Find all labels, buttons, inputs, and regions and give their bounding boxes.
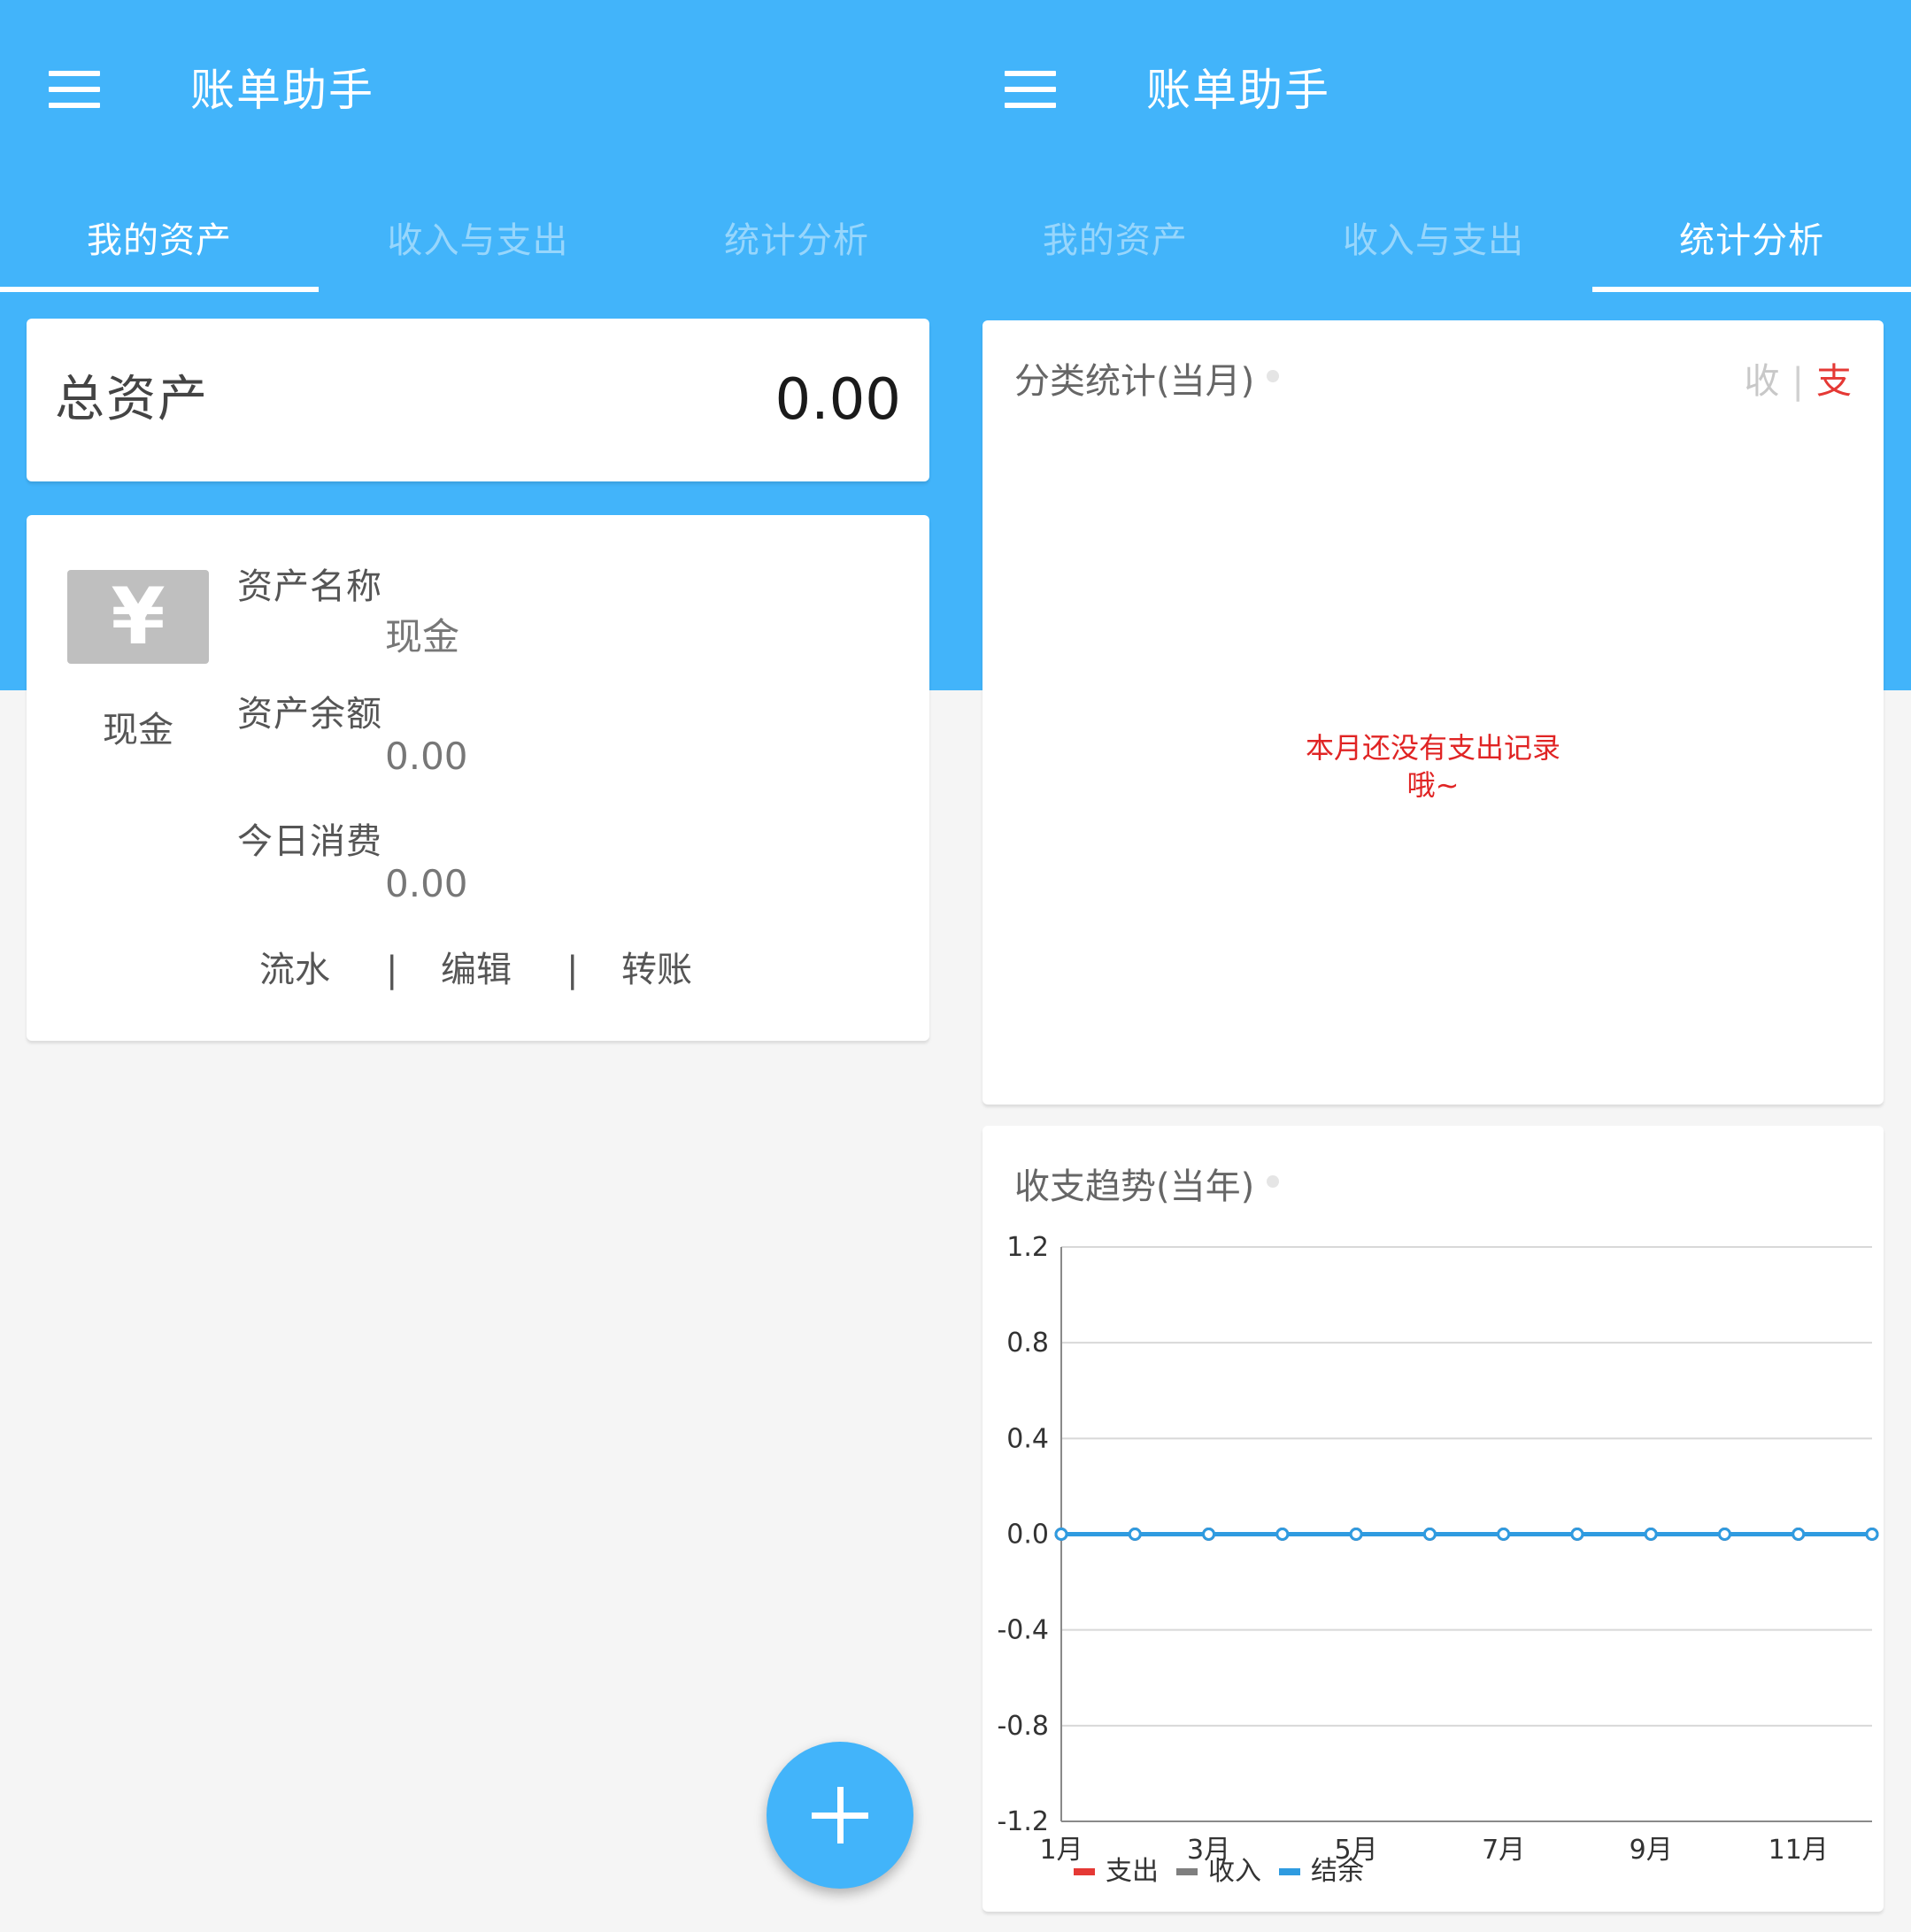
tab-income-expense[interactable]: 收入与支出 <box>319 181 637 292</box>
toggle-income[interactable]: 收 <box>1745 361 1780 402</box>
legend-swatch <box>1176 1868 1198 1875</box>
menu-icon[interactable] <box>1005 71 1056 108</box>
add-button[interactable] <box>767 1742 913 1889</box>
x-tick-label: 1月 <box>1039 1835 1083 1866</box>
total-assets-value: 0.00 <box>774 367 902 433</box>
toggle-expense[interactable]: 支 <box>1816 361 1852 402</box>
toggle-separator: | <box>1792 361 1804 402</box>
income-expense-toggle: 收 | 支 <box>1745 352 1852 404</box>
legend-label: 支出 <box>1106 1856 1159 1887</box>
data-point <box>1128 1528 1142 1541</box>
statistics-screen: 账单助手 我的资产 收入与支出 统计分析 分类统计(当月) 收 | 支 本月还没有支… <box>956 0 1911 1932</box>
category-stats-title-text: 分类统计(当月) <box>1014 361 1255 402</box>
action-separator: | <box>566 950 579 990</box>
flow-button[interactable]: 流水 <box>259 943 330 997</box>
category-stats-card: 分类统计(当月) 收 | 支 本月还没有支出记录 哦~ <box>982 320 1884 1105</box>
data-point <box>1570 1528 1584 1541</box>
asset-short-name: 现金 <box>103 710 173 750</box>
data-point <box>1644 1528 1658 1541</box>
x-tick-label: 9月 <box>1630 1835 1673 1866</box>
x-tick-label: 11月 <box>1768 1835 1829 1866</box>
transfer-button[interactable]: 转账 <box>621 943 692 997</box>
y-tick-label: -0.4 <box>997 1615 1049 1646</box>
legend-label: 结余 <box>1311 1856 1364 1887</box>
tab-income-expense[interactable]: 收入与支出 <box>1275 181 1593 292</box>
asset-balance-label: 资产余额 <box>237 694 382 735</box>
data-point <box>1422 1528 1437 1541</box>
app-title: 账单助手 <box>190 65 374 116</box>
legend-label: 收入 <box>1208 1856 1261 1887</box>
tab-statistics[interactable]: 统计分析 <box>637 181 956 292</box>
trend-card: 收支趋势(当年) 1.2 0.8 0.4 0.0 -0.4 -0.8 -1.2 1月 3月 5月 7… <box>982 1126 1884 1912</box>
y-tick-label: 0.8 <box>1006 1328 1049 1359</box>
menu-icon[interactable] <box>49 71 100 108</box>
asset-balance-value: 0.00 <box>385 735 468 778</box>
tab-bar: 我的资产 收入与支出 统计分析 <box>956 181 1911 292</box>
data-point <box>1349 1528 1363 1541</box>
empty-message: 本月还没有支出记录 哦~ <box>982 729 1884 804</box>
asset-name-value: 现金 <box>385 615 460 658</box>
assets-screen: 账单助手 我的资产 收入与支出 统计分析 总资产 0.00 ¥ 现金 资产名称 … <box>0 0 956 1932</box>
data-point <box>1202 1528 1216 1541</box>
legend-swatch <box>1279 1868 1300 1875</box>
y-tick-label: -1.2 <box>997 1806 1049 1837</box>
tab-bar: 我的资产 收入与支出 统计分析 <box>0 181 956 292</box>
app-title: 账单助手 <box>1146 65 1330 116</box>
y-tick-label: -0.8 <box>997 1711 1049 1742</box>
data-point <box>1497 1528 1511 1541</box>
trend-chart: 1.20.80.40.0-0.4-0.8-1.21月 3月 5月 7月 9月 11月支出收… <box>997 1232 1879 1887</box>
tab-my-assets[interactable]: 我的资产 <box>956 181 1275 292</box>
y-tick-label: 1.2 <box>1006 1232 1049 1263</box>
tab-my-assets[interactable]: 我的资产 <box>0 181 319 292</box>
data-point <box>1717 1528 1731 1541</box>
x-tick-label: 7月 <box>1482 1835 1525 1866</box>
asset-card[interactable]: ¥ 现金 资产名称 现金 资产余额 0.00 今日消费 0.00 流水 | 编辑… <box>27 515 929 1041</box>
asset-actions: 流水 | 编辑 | 转账 <box>27 943 929 997</box>
y-tick-label: 0.4 <box>1006 1423 1049 1454</box>
asset-name-label: 资产名称 <box>237 566 382 607</box>
total-assets-label: 总资产 <box>55 371 209 428</box>
category-stats-title: 分类统计(当月) <box>1014 352 1280 404</box>
today-spend-label: 今日消费 <box>237 821 382 862</box>
total-assets-card: 总资产 0.00 <box>27 319 929 481</box>
data-point <box>1275 1528 1290 1541</box>
data-point <box>1865 1528 1879 1541</box>
edit-button[interactable]: 编辑 <box>441 943 512 997</box>
info-dot-icon <box>1267 370 1280 382</box>
today-spend-value: 0.00 <box>385 862 468 905</box>
data-point <box>1054 1528 1068 1541</box>
tab-statistics[interactable]: 统计分析 <box>1592 181 1911 292</box>
empty-message-line1: 本月还没有支出记录 <box>1305 731 1560 765</box>
yen-icon: ¥ <box>67 570 209 664</box>
empty-message-line2: 哦~ <box>1406 768 1460 802</box>
legend-swatch <box>1074 1868 1095 1875</box>
action-separator: | <box>386 950 398 990</box>
app-bar: 账单助手 <box>956 0 1911 181</box>
data-point <box>1792 1528 1806 1541</box>
app-bar: 账单助手 <box>0 0 956 181</box>
y-tick-label: 0.0 <box>1006 1520 1049 1551</box>
